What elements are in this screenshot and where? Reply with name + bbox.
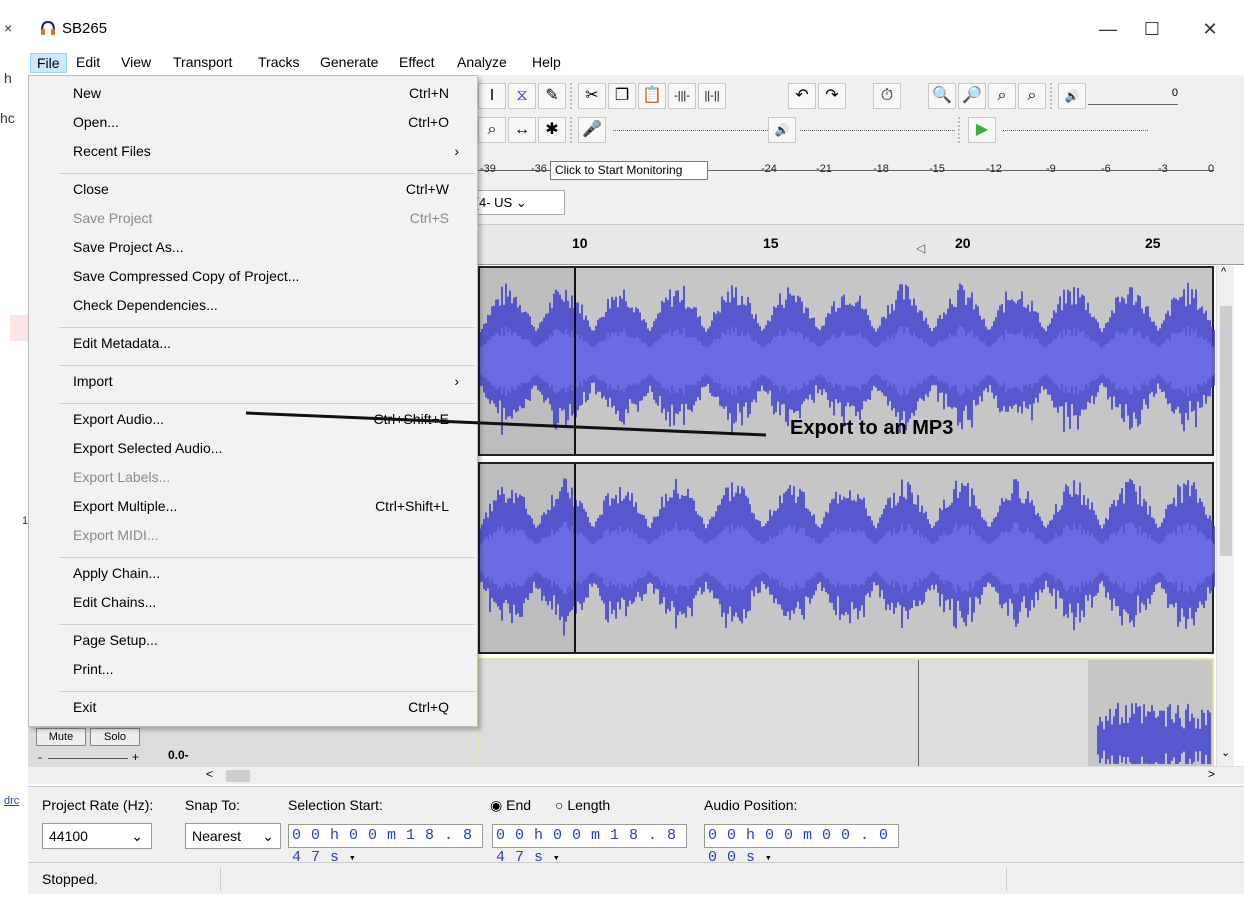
annotation-line [245, 411, 767, 437]
annotation-arrow-line [245, 411, 767, 437]
annotation-label: Export to an MP3 [790, 417, 954, 439]
